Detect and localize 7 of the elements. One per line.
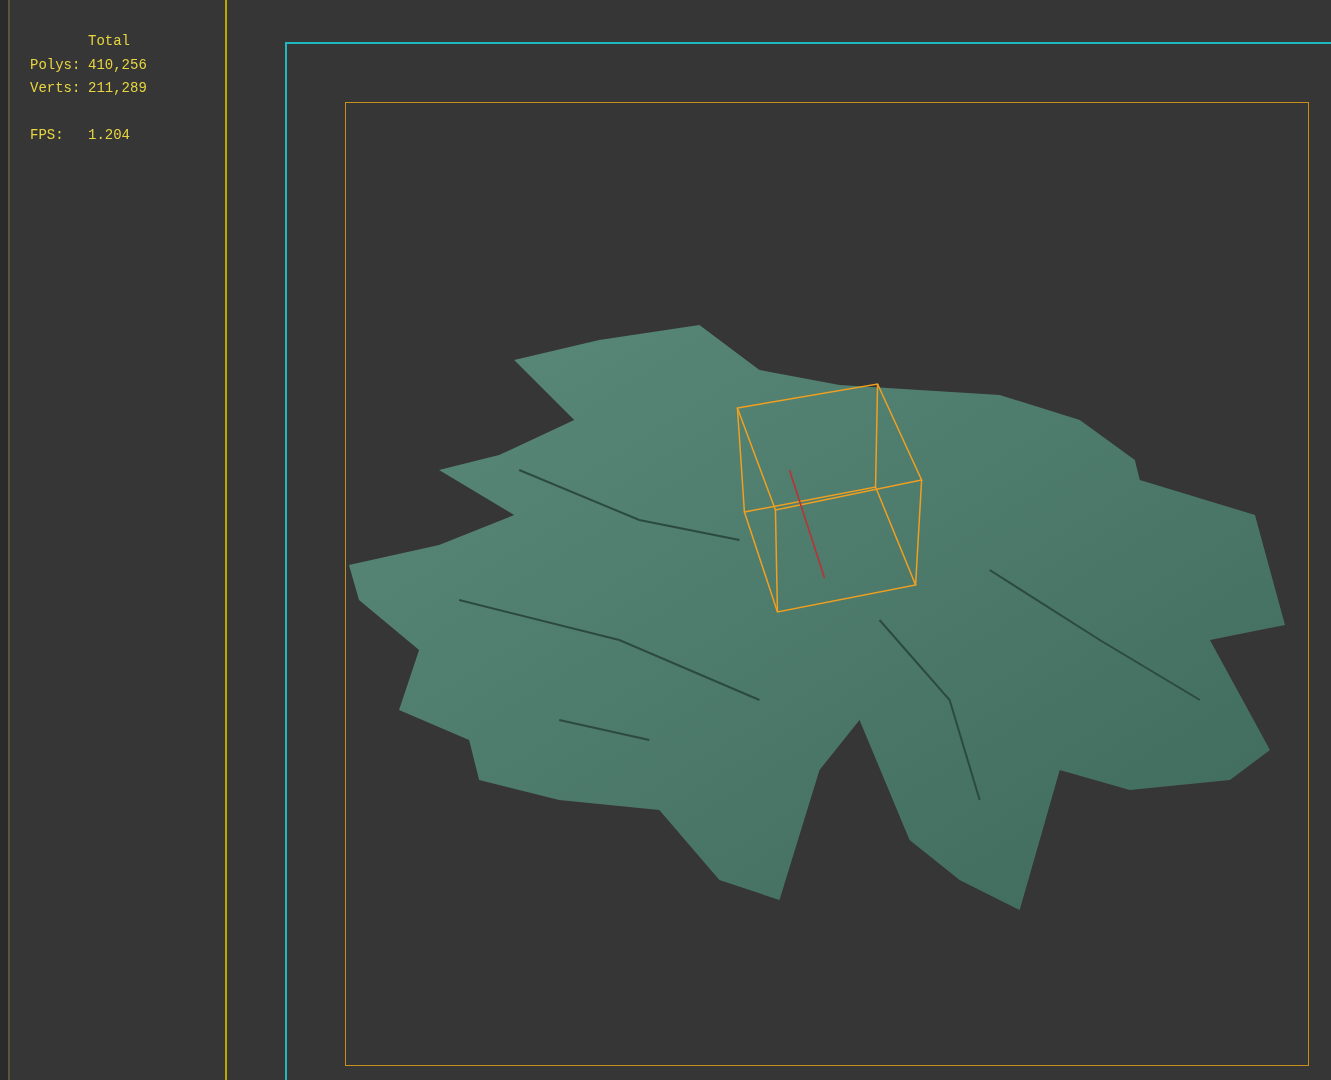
stats-heading: Total (88, 32, 130, 51)
fps-value: 1.204 (88, 125, 130, 145)
stat-value: 211,289 (88, 79, 147, 98)
stat-label: Verts: (30, 79, 82, 98)
fps-label: FPS: (30, 125, 65, 145)
stat-label: Polys: (30, 55, 82, 75)
stat-value: 410,256 (88, 55, 147, 75)
